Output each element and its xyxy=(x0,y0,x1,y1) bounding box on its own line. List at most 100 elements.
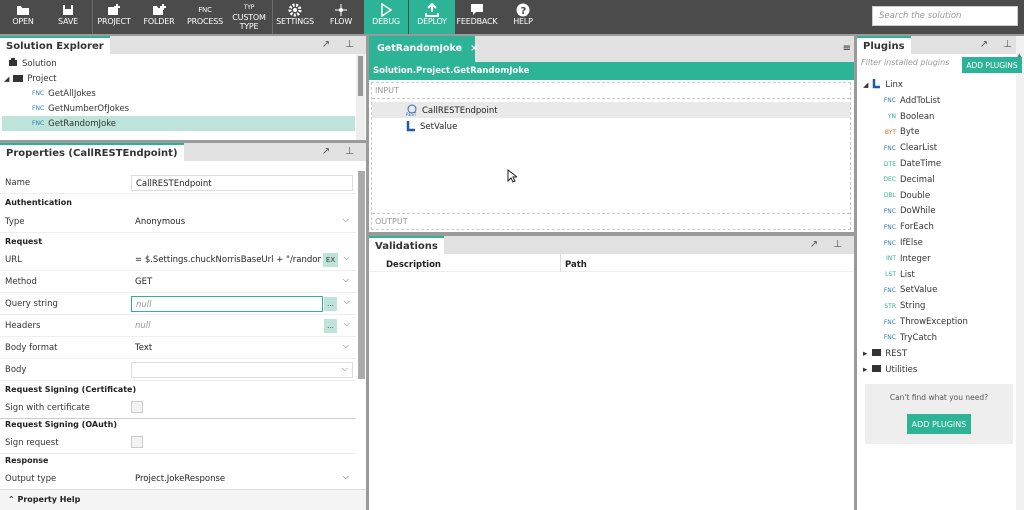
editor-breadcrumb: Solution.Project.GetRandomJoke xyxy=(369,62,854,80)
tree-utilities[interactable]: ▸ Utilities xyxy=(857,362,1015,378)
prop-method: Method GET ⌵ xyxy=(0,271,356,293)
plugin-item[interactable]: DBL Double xyxy=(857,188,1015,204)
properties-title: Properties (CallRESTEndpoint) xyxy=(0,143,184,161)
save-button[interactable]: SAVE xyxy=(54,0,82,34)
flow-canvas[interactable]: INPUT REST CallRESTEndpoint SetValue OUTP… xyxy=(371,82,851,230)
plugin-item[interactable]: DEC Decimal xyxy=(857,172,1015,188)
prop-url: URL = $.Settings.chuckNorrisBaseUrl + "/r… xyxy=(0,249,356,271)
name-field[interactable]: CallRESTEndpoint xyxy=(131,175,353,191)
prop-query-string: Query string null... ⌵ xyxy=(0,293,356,315)
flow-button[interactable]: FLOW xyxy=(326,0,356,34)
pin-icon[interactable]: ↗ ⊥ xyxy=(980,39,1018,50)
plugin-item[interactable]: FNC DoWhile xyxy=(857,204,1015,220)
plugin-tree: ◢ Linx FNC AddToList YN Boolean BYT Byte FNC Cle… xyxy=(857,77,1015,378)
method-select[interactable]: GET ⌵ xyxy=(131,274,353,290)
plugin-item[interactable]: INT Integer xyxy=(857,251,1015,267)
project-button[interactable]: PROJECT xyxy=(96,0,132,34)
add-plugins-button[interactable]: ADD PLUGINS xyxy=(962,57,1022,73)
tree-solution[interactable]: Solution xyxy=(8,56,366,71)
prop-sign-cert: Sign with certificate xyxy=(0,397,356,419)
chevron-down-icon[interactable]: ⌵ xyxy=(344,253,350,263)
step-set-value[interactable]: SetValue xyxy=(372,119,850,135)
chevron-down-icon: ⌵ xyxy=(342,472,349,482)
plugin-item[interactable]: LST List xyxy=(857,267,1015,283)
plugin-item[interactable]: FNC AddToList xyxy=(857,93,1015,109)
folder-button[interactable]: FOLDER xyxy=(142,0,176,34)
tree-item[interactable]: FNC GetAllJokes xyxy=(0,86,366,101)
query-string-field[interactable]: null xyxy=(131,296,323,312)
property-help-toggle[interactable]: ⌃ Property Help xyxy=(0,489,366,510)
help-button[interactable]: ? HELP xyxy=(508,0,538,34)
open-button[interactable]: OPEN xyxy=(8,0,38,34)
body-format-select[interactable]: Text ⌵ xyxy=(131,340,353,356)
plugin-item[interactable]: YN Boolean xyxy=(857,109,1015,125)
chevron-down-icon[interactable]: ⌵ xyxy=(344,319,350,329)
output-type-select[interactable]: Project.JokeResponse ⌵ xyxy=(131,471,353,487)
search-input[interactable]: Search the solution xyxy=(872,6,1018,26)
add-plugins-button-2[interactable]: ADD PLUGINS xyxy=(907,414,971,434)
plugin-item[interactable]: BYT Byte xyxy=(857,125,1015,141)
url-field[interactable]: = $.Settings.chuckNorrisBaseUrl + "/rand… xyxy=(131,252,321,268)
tree-item-selected[interactable]: FNC GetRandomJoke xyxy=(2,116,355,131)
plugin-item[interactable]: FNC TryCatch xyxy=(857,330,1015,346)
tree-linx[interactable]: ◢ Linx xyxy=(857,77,1015,93)
tab-get-random-joke[interactable]: GetRandomJoke × xyxy=(369,36,478,62)
properties-panel: Properties (CallRESTEndpoint) ↗ ⊥ Name Ca… xyxy=(0,143,366,510)
plugin-item[interactable]: FNC ForEach xyxy=(857,219,1015,235)
scrollbar[interactable]: ▲ xyxy=(1016,36,1024,510)
ellipsis-button[interactable]: ... xyxy=(324,319,337,333)
custom-type-button[interactable]: TYP CUSTOM TYPE xyxy=(230,0,268,34)
plugin-item[interactable]: FNC SetValue xyxy=(857,283,1015,299)
help-icon: ? xyxy=(516,2,530,17)
main-toolbar: OPEN SAVE PROJECT FOLDER FNC PROCESS TYP… xyxy=(0,0,1024,34)
feedback-button[interactable]: FEEDBACK xyxy=(456,0,498,34)
plugin-filter-input[interactable]: Filter installed plugins xyxy=(861,58,949,67)
type-select[interactable]: Anonymous ⌵ xyxy=(131,214,353,230)
plugin-item[interactable]: DTE DateTime xyxy=(857,156,1015,172)
plugin-item[interactable]: FNC ClearList xyxy=(857,140,1015,156)
toolbox-icon xyxy=(871,363,882,376)
ellipsis-button[interactable]: ... xyxy=(324,297,337,311)
validations-header: Description Path xyxy=(369,254,854,272)
sign-request-checkbox[interactable] xyxy=(131,436,143,448)
plugin-item[interactable]: FNC ThrowException xyxy=(857,314,1015,330)
deploy-button[interactable]: DEPLOY xyxy=(409,0,455,34)
pin-icon[interactable]: ↗ ⊥ xyxy=(322,146,360,157)
plugin-item[interactable]: FNC IfElse xyxy=(857,235,1015,251)
feedback-icon xyxy=(470,2,484,17)
prop-output-type: Output type Project.JokeResponse ⌵ xyxy=(0,468,356,490)
prop-type: Type Anonymous ⌵ xyxy=(0,211,356,233)
svg-text:?: ? xyxy=(521,6,527,17)
cursor-icon xyxy=(507,168,519,186)
expression-button[interactable]: EX xyxy=(323,253,338,267)
headers-field[interactable]: null xyxy=(131,318,323,334)
process-button[interactable]: FNC PROCESS xyxy=(186,0,224,34)
pin-icon[interactable]: ↗ ⊥ xyxy=(322,39,360,50)
tree-item[interactable]: FNC GetNumberOfJokes xyxy=(0,101,366,116)
menu-icon[interactable]: ≡ xyxy=(843,43,851,54)
chevron-down-icon[interactable]: ⌵ xyxy=(344,297,350,307)
body-select[interactable]: ⌵ xyxy=(131,362,353,378)
cant-find-box: Can't find what you need? ADD PLUGINS xyxy=(865,384,1013,444)
tree-project[interactable]: ◢ Project xyxy=(4,71,366,86)
prop-sign-request: Sign request xyxy=(0,432,356,454)
rest-icon: REST xyxy=(406,104,418,119)
prop-body: Body ⌵ xyxy=(0,359,356,381)
validations-panel: Validations ↗ ⊥ Description Path xyxy=(369,236,854,510)
pin-icon[interactable]: ↗ ⊥ xyxy=(810,239,848,250)
settings-button[interactable]: SETTINGS xyxy=(276,0,314,34)
plugin-item[interactable]: STR String xyxy=(857,298,1015,314)
sign-cert-checkbox[interactable] xyxy=(131,401,143,413)
tree-rest[interactable]: ▸ REST xyxy=(857,346,1015,362)
scrollbar[interactable] xyxy=(358,171,365,379)
scrollbar[interactable] xyxy=(356,54,365,140)
chevron-up-icon: ⌃ xyxy=(8,495,18,504)
debug-button[interactable]: DEBUG xyxy=(364,0,408,34)
play-icon xyxy=(380,2,392,17)
flow-icon xyxy=(334,2,348,17)
close-icon[interactable]: × xyxy=(470,43,478,54)
step-call-rest[interactable]: REST CallRESTEndpoint xyxy=(372,102,850,118)
gear-icon xyxy=(288,2,302,17)
chevron-down-icon: ⌵ xyxy=(342,215,349,225)
project-icon xyxy=(107,2,121,17)
